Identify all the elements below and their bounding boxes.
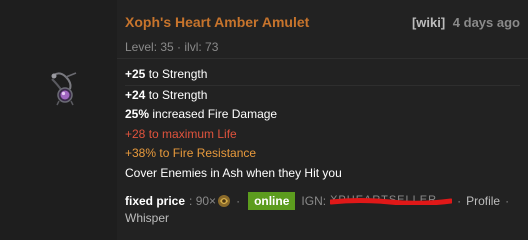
header-meta: [wiki] 4 days ago — [412, 15, 520, 30]
item-header: Xoph's Heart Amber Amulet [wiki] 4 days … — [125, 14, 520, 34]
mod-text: increased Fire Damage — [149, 107, 278, 121]
explicit-mod: +24 to Strength — [125, 86, 520, 106]
fire-resist-mod: +38% to Fire Resistance — [125, 146, 257, 160]
separator: · — [236, 194, 241, 208]
mod-value: +24 — [125, 87, 146, 102]
life-mod: +28 to maximum Life — [125, 126, 237, 141]
item-level: Level: 35 · ilvl: 73 — [125, 40, 219, 54]
price-line: fixed price : 90× · online IGN: XPHEARTS… — [125, 192, 514, 210]
chaos-orb-icon — [217, 194, 231, 208]
price-value: : 90× — [189, 194, 217, 208]
implicit-mod: +25 to Strength — [125, 65, 520, 85]
online-badge: online — [248, 192, 296, 210]
mod-value: 25% — [125, 107, 150, 121]
mod-text: to Strength — [145, 87, 208, 102]
mod-text: to Strength — [145, 67, 208, 81]
explicit-mod: 25% increased Fire Damage — [125, 105, 520, 125]
divider — [117, 58, 528, 59]
price-label: fixed price — [125, 194, 186, 208]
whisper-link[interactable]: Whisper — [125, 211, 169, 225]
item-name: Xoph's Heart Amber Amulet — [125, 14, 310, 30]
profile-link[interactable]: Profile — [466, 194, 500, 208]
item-icon-column — [0, 0, 117, 240]
redaction-mark — [330, 198, 453, 205]
ign-label: IGN: — [301, 194, 327, 208]
item-details: Xoph's Heart Amber Amulet [wiki] 4 days … — [117, 0, 528, 240]
posted-time: 4 days ago — [452, 15, 520, 30]
amber-amulet-icon[interactable] — [46, 69, 84, 109]
explicit-mod: Cover Enemies in Ash when they Hit you — [125, 165, 342, 180]
ign-value[interactable]: XPHEARTSELLER — [330, 194, 453, 208]
item-listing: Xoph's Heart Amber Amulet [wiki] 4 days … — [0, 0, 528, 240]
wiki-link[interactable]: [wiki] — [412, 15, 445, 30]
separator: · — [457, 194, 462, 208]
mod-value: +25 — [125, 67, 146, 81]
mod-list: +25 to Strength +24 to Strength 25% incr… — [125, 65, 520, 183]
separator: · — [505, 194, 510, 208]
